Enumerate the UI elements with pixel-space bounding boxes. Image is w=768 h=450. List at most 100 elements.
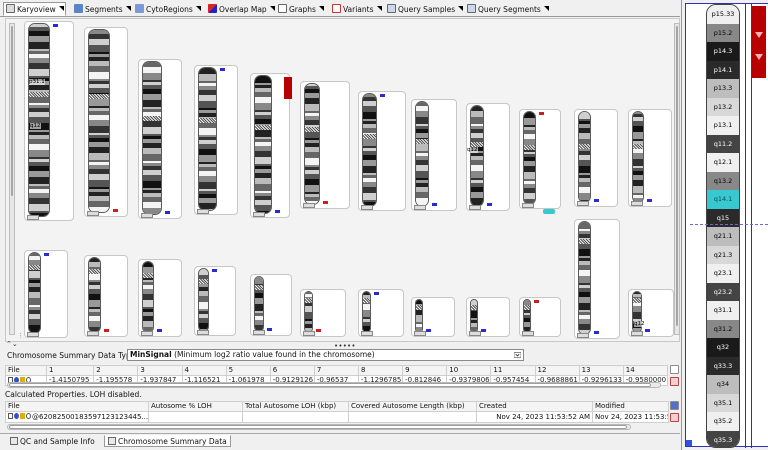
segment-marker-icon[interactable] <box>645 329 650 332</box>
segment-marker-icon[interactable] <box>539 112 544 115</box>
chromosome-number-chip[interactable] <box>414 205 426 210</box>
segment-marker-icon[interactable] <box>212 269 217 272</box>
column-header[interactable]: 7 <box>313 365 360 376</box>
tab-chromosome-summary[interactable]: Chromosome Summary Data <box>104 435 231 447</box>
chromosome-number-chip[interactable] <box>361 331 373 336</box>
tab-query-segments[interactable]: Query Segments <box>464 2 549 16</box>
column-header[interactable]: 8 <box>357 365 404 376</box>
chromosome-ideogram[interactable] <box>254 75 272 214</box>
column-header[interactable]: 6 <box>269 365 315 376</box>
segment-marker-icon[interactable] <box>220 68 225 71</box>
loss-segment-marker[interactable] <box>752 6 766 78</box>
column-header[interactable]: 5 <box>225 365 271 376</box>
loh-table-horizontal-scrollbar[interactable] <box>7 424 631 430</box>
chromosome-number-chip[interactable] <box>303 203 315 208</box>
tab-menu-icon[interactable] <box>125 6 131 11</box>
chromosome-number-chip[interactable] <box>469 205 481 210</box>
tab-segments[interactable]: Segments <box>71 2 131 16</box>
chromosome-ideogram[interactable] <box>142 261 154 333</box>
chromosome-number-chip[interactable] <box>631 331 643 336</box>
segment-marker-icon[interactable] <box>432 203 437 206</box>
table-row[interactable]: @62082500183597123123445... Nov 24, 2023… <box>5 411 669 423</box>
chromosome-ideogram[interactable] <box>304 83 320 205</box>
column-header[interactable]: 2 <box>93 365 139 376</box>
column-header[interactable]: 10 <box>446 365 492 376</box>
chromosome-ideogram[interactable] <box>362 291 371 333</box>
chromosome-number-chip[interactable] <box>361 205 373 210</box>
chromosome-ideogram[interactable] <box>88 29 110 213</box>
segment-marker-icon[interactable] <box>44 253 49 256</box>
segment-marker-icon[interactable] <box>165 211 170 214</box>
chromosome-number-chip[interactable] <box>469 331 481 336</box>
column-header[interactable]: Created <box>476 401 593 412</box>
tab-qc-sample-info[interactable]: QC and Sample Info <box>6 435 99 447</box>
karyoview-right-scrollbar[interactable] <box>674 23 680 335</box>
chromosome-ideogram[interactable] <box>28 23 50 217</box>
tab-overlap-map[interactable]: Overlap Map <box>205 2 275 16</box>
column-header[interactable]: File <box>5 401 149 412</box>
scrollbar-thumb[interactable] <box>11 26 13 196</box>
tab-menu-icon[interactable] <box>318 6 324 11</box>
chromosome-number-chip[interactable] <box>87 211 99 216</box>
column-header[interactable]: 13 <box>578 365 624 376</box>
collapse-arrows-icon[interactable]: ⌃⌄ <box>6 340 18 348</box>
segment-marker-icon[interactable] <box>374 292 379 295</box>
chromosome-ideogram[interactable] <box>470 299 478 333</box>
segment-marker-icon[interactable] <box>323 201 328 204</box>
tab-menu-icon[interactable] <box>58 6 64 11</box>
segment-marker-icon[interactable] <box>594 199 599 202</box>
chromosome-ideogram[interactable] <box>415 299 423 333</box>
chromosome-number-chip[interactable] <box>141 331 153 336</box>
summary-type-select[interactable]: MinSignal (Minimum log2 ratio value foun… <box>127 349 524 361</box>
karyoview-vertical-scrollbar[interactable] <box>9 23 15 335</box>
chromosome-number-chip[interactable] <box>522 331 534 336</box>
tab-query-samples[interactable]: Query Samples <box>384 2 464 16</box>
tab-menu-icon[interactable] <box>543 6 549 11</box>
chromosome-number-chip[interactable] <box>27 332 39 337</box>
scrollbar-thumb[interactable] <box>9 425 627 429</box>
chromosome-ideogram[interactable] <box>470 105 484 207</box>
column-header[interactable]: 14 <box>622 365 669 376</box>
chromosome-number-chip[interactable] <box>27 215 39 220</box>
chromosome-ideogram[interactable] <box>88 257 101 333</box>
loss-segment-marker[interactable] <box>284 77 292 99</box>
chromosome-ideogram[interactable] <box>142 61 162 215</box>
scrollbar-thumb[interactable] <box>676 26 678 326</box>
chromosome-number-chip[interactable] <box>303 331 315 336</box>
column-header[interactable]: File <box>4 365 48 376</box>
column-header[interactable]: Modified <box>592 401 669 412</box>
detail-resize-icon[interactable] <box>686 440 692 446</box>
tab-cytoregions[interactable]: CytoRegions <box>132 2 201 16</box>
chromosome-ideogram[interactable] <box>578 111 591 203</box>
column-header[interactable]: 1 <box>46 365 95 376</box>
segment-marker-icon[interactable] <box>594 331 599 334</box>
segment-marker-icon[interactable] <box>103 329 109 332</box>
tab-menu-icon[interactable] <box>376 6 382 11</box>
chromosome-ideogram[interactable] <box>523 111 536 205</box>
segment-marker-icon[interactable] <box>267 328 272 331</box>
chromosome-ideogram[interactable] <box>362 93 377 207</box>
chromosome-ideogram[interactable] <box>578 221 591 335</box>
segment-marker-icon[interactable] <box>275 210 280 213</box>
tab-variants[interactable]: Variants <box>329 2 382 16</box>
column-header[interactable]: Covered Autosome Length (kbp) <box>348 401 477 412</box>
tab-menu-icon[interactable] <box>195 6 201 11</box>
chromosome-number-chip[interactable] <box>577 201 589 206</box>
segment-marker-icon[interactable] <box>534 300 539 303</box>
segment-marker-icon[interactable] <box>157 329 162 332</box>
column-header[interactable]: 9 <box>402 365 448 376</box>
chromosome-number-chip[interactable] <box>87 331 99 336</box>
summary-table-horizontal-scrollbar[interactable] <box>7 382 661 388</box>
clear-icon[interactable] <box>670 377 679 386</box>
chromosome-ideogram[interactable] <box>198 67 217 211</box>
chromosome-ideogram[interactable] <box>28 252 41 334</box>
detail-chromosome-ideogram[interactable]: p15.33 p15.2 p14.3 p14.1 p13.3 p13.2 p13.1 q11.… <box>706 4 740 448</box>
chromosome-number-chip[interactable] <box>141 213 153 218</box>
tab-menu-icon[interactable] <box>269 6 275 11</box>
column-header[interactable]: 4 <box>181 365 227 376</box>
column-header[interactable]: Total Autosome LOH (kbp) <box>242 401 349 412</box>
table-options-icon[interactable] <box>670 365 679 374</box>
chromosome-number-chip[interactable] <box>522 203 534 208</box>
chromosome-number-chip[interactable] <box>577 333 589 338</box>
tab-graphs[interactable]: Graphs <box>275 2 327 16</box>
